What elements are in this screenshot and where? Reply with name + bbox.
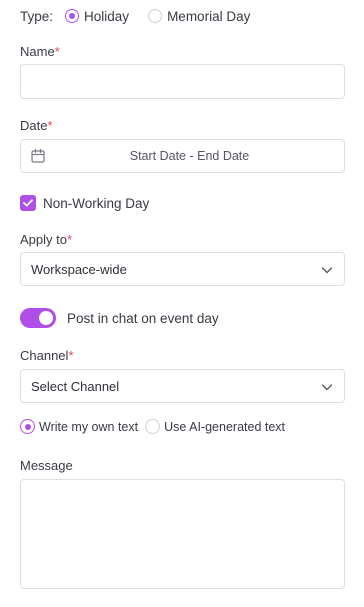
message-label: Message <box>20 458 73 473</box>
non-working-day-label: Non-Working Day <box>43 195 150 211</box>
date-label: Date* <box>20 118 53 133</box>
type-label: Type: <box>20 8 54 24</box>
text-mode-selector: Write my own text Use AI-generated text <box>20 419 285 434</box>
type-selector: Type: Holiday Memorial Day <box>20 5 250 27</box>
calendar-icon <box>31 148 45 163</box>
type-option-memorial-day-label: Memorial Day <box>167 8 251 24</box>
date-label-text: Date <box>20 118 48 133</box>
type-option-holiday[interactable]: Holiday <box>65 9 129 24</box>
chevron-down-icon <box>321 384 333 391</box>
required-mark: * <box>47 118 53 133</box>
date-range-picker[interactable]: Start Date - End Date <box>20 139 345 173</box>
toggle-knob <box>39 311 53 325</box>
message-label-text: Message <box>20 458 73 473</box>
date-range-placeholder: Start Date - End Date <box>129 149 250 163</box>
checkmark-icon <box>23 199 33 207</box>
required-mark: * <box>54 44 60 59</box>
radio-checked-icon[interactable] <box>65 9 80 23</box>
text-mode-ai-generated[interactable]: Use AI-generated text <box>145 419 285 434</box>
chevron-down-icon <box>321 267 333 274</box>
name-label-text: Name <box>20 44 55 59</box>
radio-unchecked-icon[interactable] <box>145 419 161 434</box>
name-input[interactable] <box>20 64 345 99</box>
apply-to-value: Workspace-wide <box>31 261 127 277</box>
required-mark: * <box>68 348 74 363</box>
post-in-chat-toggle[interactable] <box>20 308 56 328</box>
type-option-memorial-day[interactable]: Memorial Day <box>148 9 250 24</box>
post-in-chat-row: Post in chat on event day <box>20 308 219 328</box>
checkbox-checked-icon[interactable] <box>20 195 36 211</box>
apply-to-label: Apply to* <box>20 232 72 247</box>
apply-to-label-text: Apply to <box>20 232 67 247</box>
message-textarea[interactable] <box>20 479 345 589</box>
channel-label-text: Channel <box>20 348 69 363</box>
text-mode-own-text-label: Write my own text <box>39 419 139 434</box>
radio-unchecked-icon[interactable] <box>148 9 163 23</box>
channel-label: Channel* <box>20 348 74 363</box>
required-mark: * <box>66 232 73 247</box>
channel-value: Select Channel <box>31 378 120 394</box>
name-label: Name* <box>20 44 60 59</box>
apply-to-select[interactable]: Workspace-wide <box>20 252 345 286</box>
type-option-holiday-label: Holiday <box>84 8 130 24</box>
radio-checked-icon[interactable] <box>20 419 35 434</box>
text-mode-ai-generated-label: Use AI-generated text <box>164 419 286 434</box>
text-mode-own-text[interactable]: Write my own text <box>20 419 138 434</box>
non-working-day-checkbox[interactable]: Non-Working Day <box>20 195 149 211</box>
channel-select[interactable]: Select Channel <box>20 369 345 403</box>
post-in-chat-label: Post in chat on event day <box>67 310 219 326</box>
